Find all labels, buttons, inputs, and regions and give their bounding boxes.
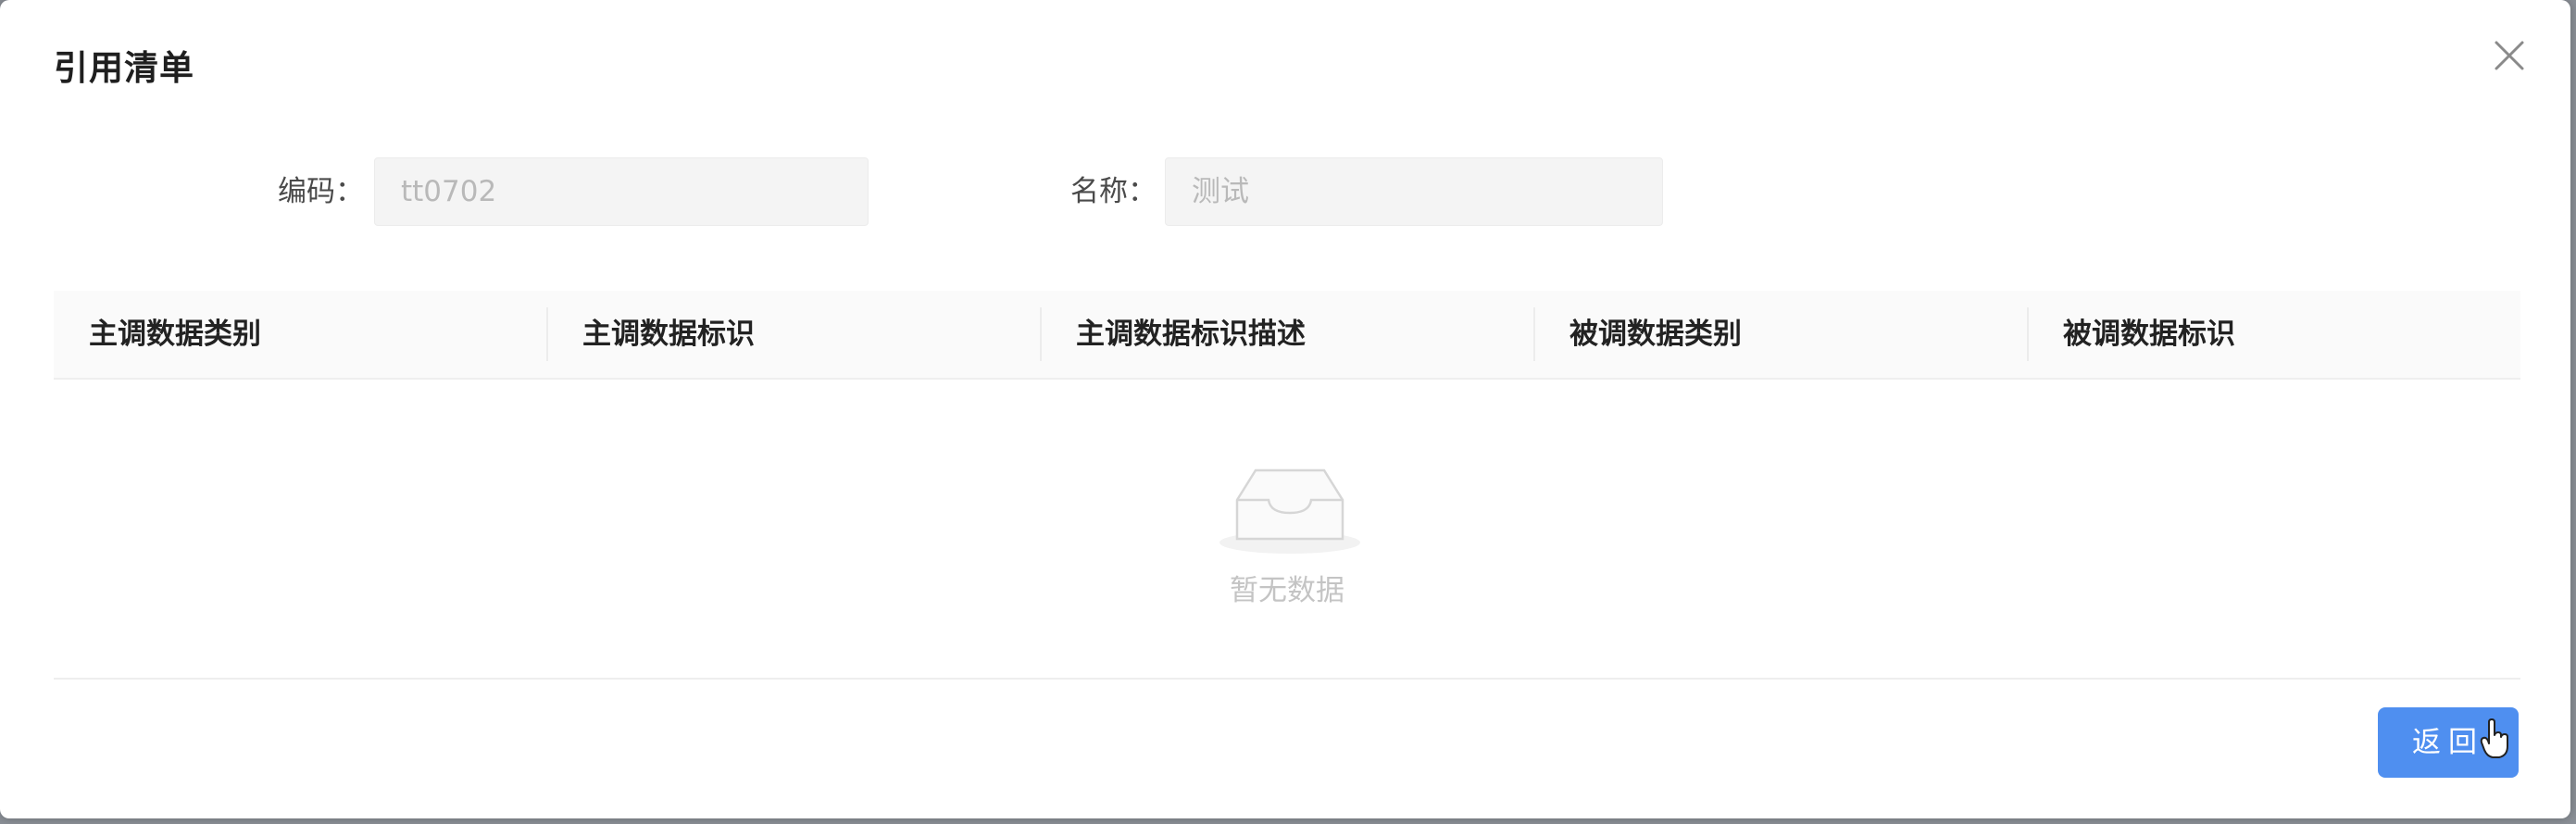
reference-table: 主调数据类别 主调数据标识 主调数据标识描述 被调数据类别 被调数据标识 暂无数… (54, 291, 2520, 680)
table-empty-state: 暂无数据 (54, 380, 2520, 680)
close-button[interactable] (2489, 35, 2530, 76)
name-field[interactable]: 测试 (1165, 157, 1663, 226)
table-header: 主调数据类别 主调数据标识 主调数据标识描述 被调数据类别 被调数据标识 (54, 291, 2520, 380)
column-header: 主调数据类别 (89, 318, 261, 351)
column-header: 主调数据标识 (582, 318, 755, 351)
column-header: 主调数据标识描述 (1076, 318, 1306, 351)
column-header: 被调数据类别 (1569, 318, 1742, 351)
empty-text: 暂无数据 (1230, 574, 1344, 607)
dialog-title: 引用清单 (54, 48, 194, 88)
name-label: 名称： (1070, 175, 1157, 208)
return-button[interactable]: 返回 (2378, 707, 2519, 778)
column-header: 被调数据标识 (2063, 318, 2235, 351)
code-field[interactable]: tt0702 (374, 157, 869, 226)
close-icon (2495, 41, 2524, 70)
code-label: 编码： (278, 175, 364, 208)
reference-list-dialog: 引用清单 编码： tt0702 名称： 测试 主调数据类别 主调数据标识 主调数… (0, 0, 2570, 818)
empty-inbox-icon (1219, 468, 1360, 554)
